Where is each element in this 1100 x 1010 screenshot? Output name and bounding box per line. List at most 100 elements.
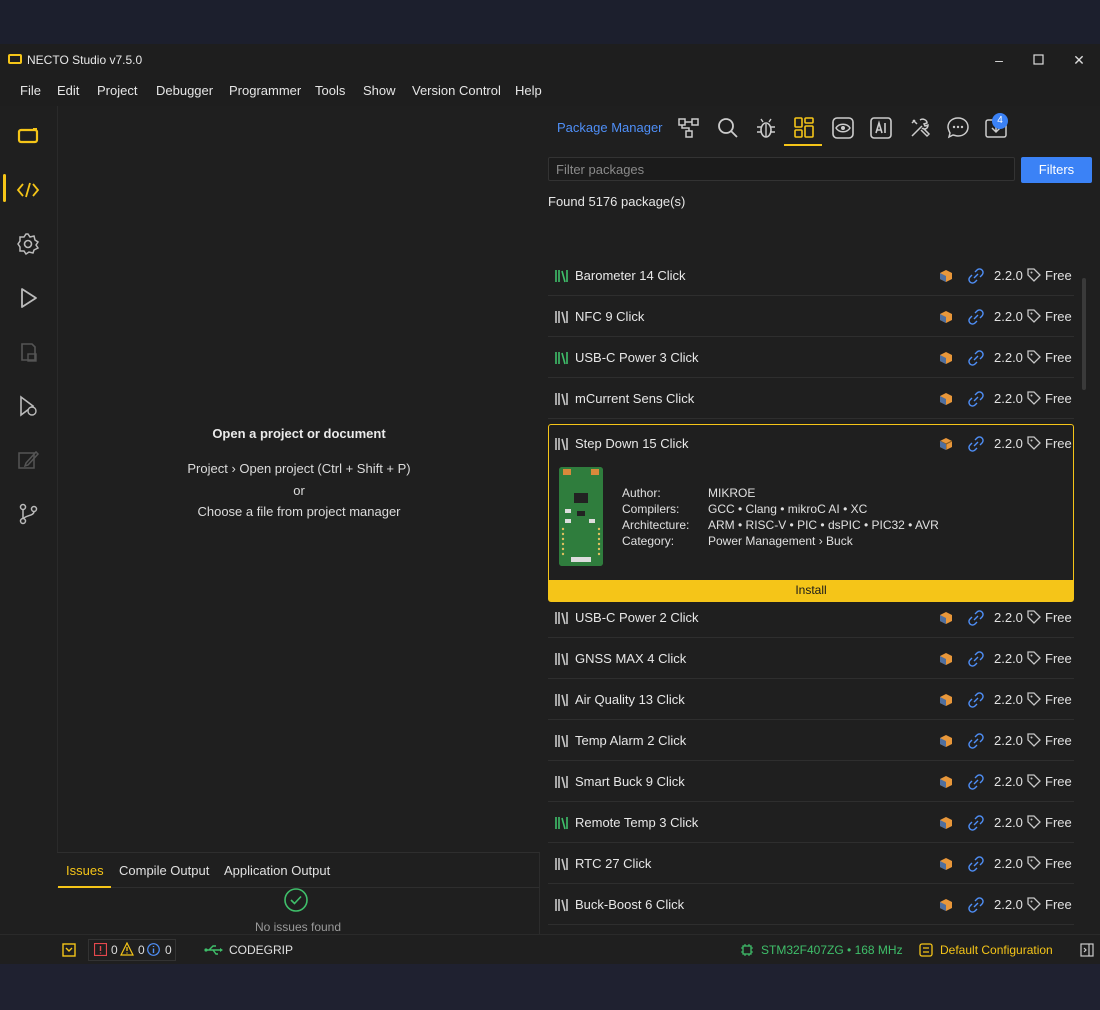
package-version: 2.2.0 [994, 815, 1023, 830]
package-row[interactable]: NFC 9 Click 2.2.0 Free [548, 297, 1074, 337]
package-row[interactable]: Barometer 14 Click 2.2.0 Free [548, 256, 1074, 296]
packages-found-count: Found 5176 package(s) [548, 194, 686, 209]
warning-icon [120, 942, 134, 956]
tab-application-output[interactable]: Application Output [224, 863, 330, 878]
configuration-icon [919, 943, 933, 957]
board-icon[interactable] [14, 122, 42, 150]
menu-edit[interactable]: Edit [57, 83, 79, 98]
link-icon[interactable] [968, 774, 984, 790]
package-row[interactable]: GNSS MAX 4 Click 2.2.0 Free [548, 639, 1074, 679]
configuration-name[interactable]: Default Configuration [940, 943, 1053, 957]
package-version: 2.2.0 [994, 692, 1023, 707]
ai-icon[interactable] [868, 115, 894, 141]
open-project-hint[interactable]: Project › Open project (Ctrl + Shift + P… [58, 461, 540, 476]
selected-package-header[interactable]: Step Down 15 Click 2.2.0 Free [549, 425, 1073, 465]
menu-project[interactable]: Project [97, 83, 137, 98]
edit-pencil-icon[interactable] [14, 446, 42, 474]
mcu-info[interactable]: STM32F407ZG • 168 MHz [761, 943, 903, 957]
price-tag-icon [1027, 391, 1041, 405]
link-icon[interactable] [968, 651, 984, 667]
menu-debugger[interactable]: Debugger [156, 83, 213, 98]
toggle-right-panel-icon[interactable] [1080, 943, 1094, 957]
menu-programmer[interactable]: Programmer [229, 83, 301, 98]
link-icon[interactable] [968, 268, 984, 284]
link-icon[interactable] [968, 692, 984, 708]
package-row[interactable]: USB-C Power 3 Click 2.2.0 Free [548, 338, 1074, 378]
package-name: Buck-Boost 6 Click [575, 897, 685, 912]
chat-bubble-icon[interactable] [945, 115, 971, 141]
project-tree-icon[interactable] [676, 115, 702, 141]
run-play-icon[interactable] [14, 284, 42, 312]
architecture-value: ARM • RISC-V • PIC • dsPIC • PIC32 • AVR [708, 518, 939, 532]
package-name: Temp Alarm 2 Click [575, 733, 687, 748]
close-button[interactable]: ✕ [1067, 50, 1091, 70]
minimize-button[interactable]: – [987, 50, 1011, 70]
menu-help[interactable]: Help [515, 83, 542, 98]
link-icon[interactable] [968, 391, 984, 407]
library-icon [555, 311, 568, 324]
search-icon[interactable] [715, 115, 741, 141]
link-icon[interactable] [968, 897, 984, 913]
library-icon [555, 438, 568, 451]
filter-packages-input[interactable] [548, 157, 1015, 181]
package-manager-panel: Package Manager 4 Filters [540, 106, 1100, 966]
settings-gear-icon[interactable] [14, 230, 42, 258]
bug-icon[interactable] [753, 115, 779, 141]
package-version: 2.2.0 [994, 436, 1023, 451]
package-name: GNSS MAX 4 Click [575, 651, 687, 666]
library-icon [555, 817, 568, 830]
package-price: Free [1045, 733, 1072, 748]
package-row[interactable]: Smart Buck 9 Click 2.2.0 Free [548, 762, 1074, 802]
menu-file[interactable]: File [20, 83, 41, 98]
package-box-icon [940, 653, 952, 665]
package-price: Free [1045, 774, 1072, 789]
git-branch-icon[interactable] [14, 500, 42, 528]
package-row[interactable]: RTC 27 Click 2.2.0 Free [548, 844, 1074, 884]
menu-show[interactable]: Show [363, 83, 396, 98]
package-row[interactable]: USB-C Power 2 Click 2.2.0 Free [548, 598, 1074, 638]
package-name: mCurrent Sens Click [575, 391, 695, 406]
package-version: 2.2.0 [994, 350, 1023, 365]
menu-tools[interactable]: Tools [315, 83, 345, 98]
debug-device-icon[interactable] [14, 392, 42, 420]
programmer-name[interactable]: CODEGRIP [229, 943, 293, 957]
package-manager-title[interactable]: Package Manager [557, 120, 663, 135]
link-icon[interactable] [968, 815, 984, 831]
package-price: Free [1045, 856, 1072, 871]
compilers-value: GCC • Clang • mikroC AI • XC [708, 502, 868, 516]
tab-issues[interactable]: Issues [66, 863, 104, 878]
library-icon [555, 694, 568, 707]
filters-button[interactable]: Filters [1021, 157, 1092, 183]
code-icon[interactable] [14, 176, 42, 204]
menu-bar: File Edit Project Debugger Programmer To… [0, 76, 1100, 106]
or-text: or [293, 483, 305, 498]
link-icon[interactable] [968, 350, 984, 366]
selected-package-card[interactable]: Step Down 15 Click 2.2.0 Free Author: MI… [548, 424, 1074, 602]
package-price: Free [1045, 309, 1072, 324]
link-icon[interactable] [968, 436, 984, 452]
maximize-button[interactable] [1026, 50, 1050, 70]
package-list-scrollbar[interactable] [1082, 278, 1086, 390]
package-row[interactable]: mCurrent Sens Click 2.2.0 Free [548, 379, 1074, 419]
link-icon[interactable] [968, 610, 984, 626]
tools-icon[interactable] [907, 115, 933, 141]
package-row[interactable]: Buck-Boost 6 Click 2.2.0 Free [548, 885, 1074, 925]
package-box-icon [940, 352, 952, 364]
packages-grid-icon[interactable] [791, 115, 817, 141]
eye-view-icon[interactable] [830, 115, 856, 141]
price-tag-icon [1027, 610, 1041, 624]
menu-version-control[interactable]: Version Control [412, 83, 501, 98]
tab-compile-output[interactable]: Compile Output [119, 863, 209, 878]
package-row[interactable]: Air Quality 13 Click 2.2.0 Free [548, 680, 1074, 720]
output-panel-toggle-icon[interactable] [62, 943, 76, 957]
active-tool-underline [784, 144, 822, 146]
choose-file-hint[interactable]: Choose a file from project manager [58, 504, 540, 519]
link-icon[interactable] [968, 309, 984, 325]
link-icon[interactable] [968, 733, 984, 749]
package-row[interactable]: Remote Temp 3 Click 2.2.0 Free [548, 803, 1074, 843]
package-box-icon [940, 899, 952, 911]
selected-package-row[interactable]: Step Down 15 Click 2.2.0 Free [548, 424, 1074, 464]
package-row[interactable]: Temp Alarm 2 Click 2.2.0 Free [548, 721, 1074, 761]
link-icon[interactable] [968, 856, 984, 872]
flash-device-icon[interactable] [14, 338, 42, 366]
